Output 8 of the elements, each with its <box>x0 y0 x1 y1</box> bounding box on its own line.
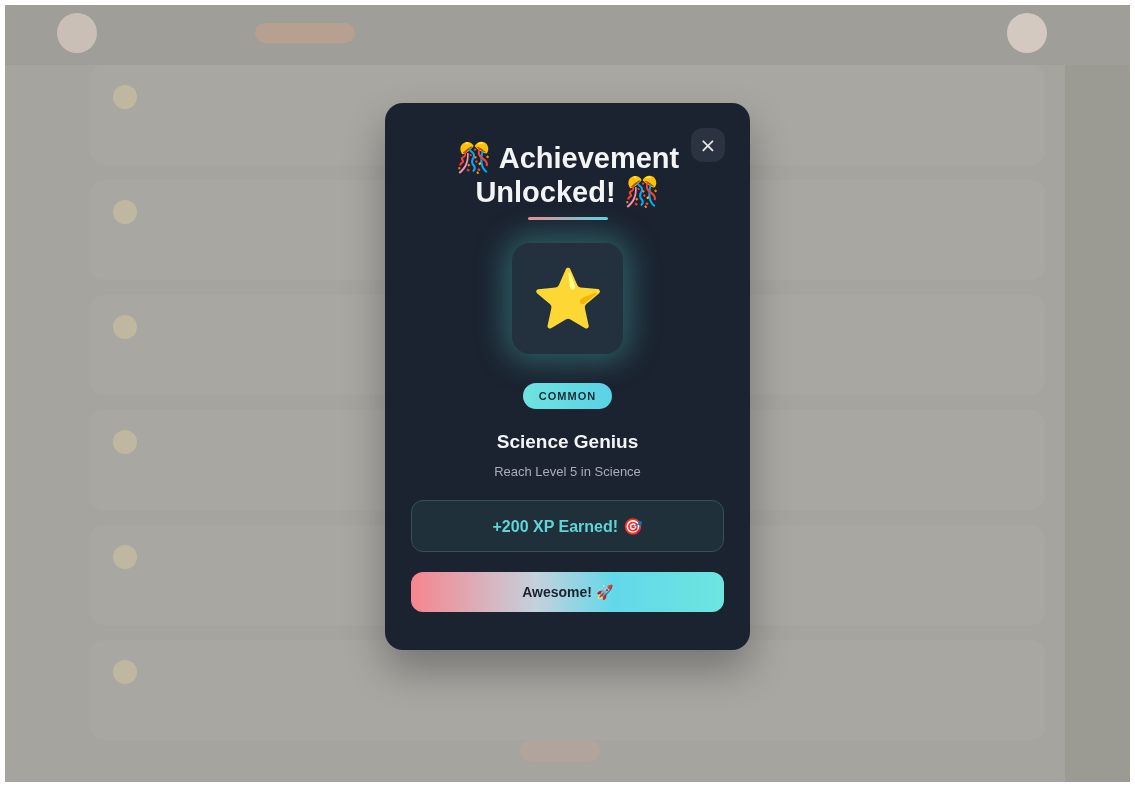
achievement-description: Reach Level 5 in Science <box>494 464 641 479</box>
achievement-name: Science Genius <box>496 431 639 453</box>
dialog-title: 🎊 Achievement Unlocked! 🎊 <box>454 141 681 209</box>
rarity-badge: COMMON <box>522 383 613 409</box>
awesome-button[interactable]: Awesome! 🚀 <box>411 572 724 612</box>
star-icon: ⭐ <box>531 264 604 333</box>
xp-reward-banner: +200 XP Earned! 🎯 <box>411 500 724 552</box>
close-button[interactable]: × <box>691 128 725 162</box>
